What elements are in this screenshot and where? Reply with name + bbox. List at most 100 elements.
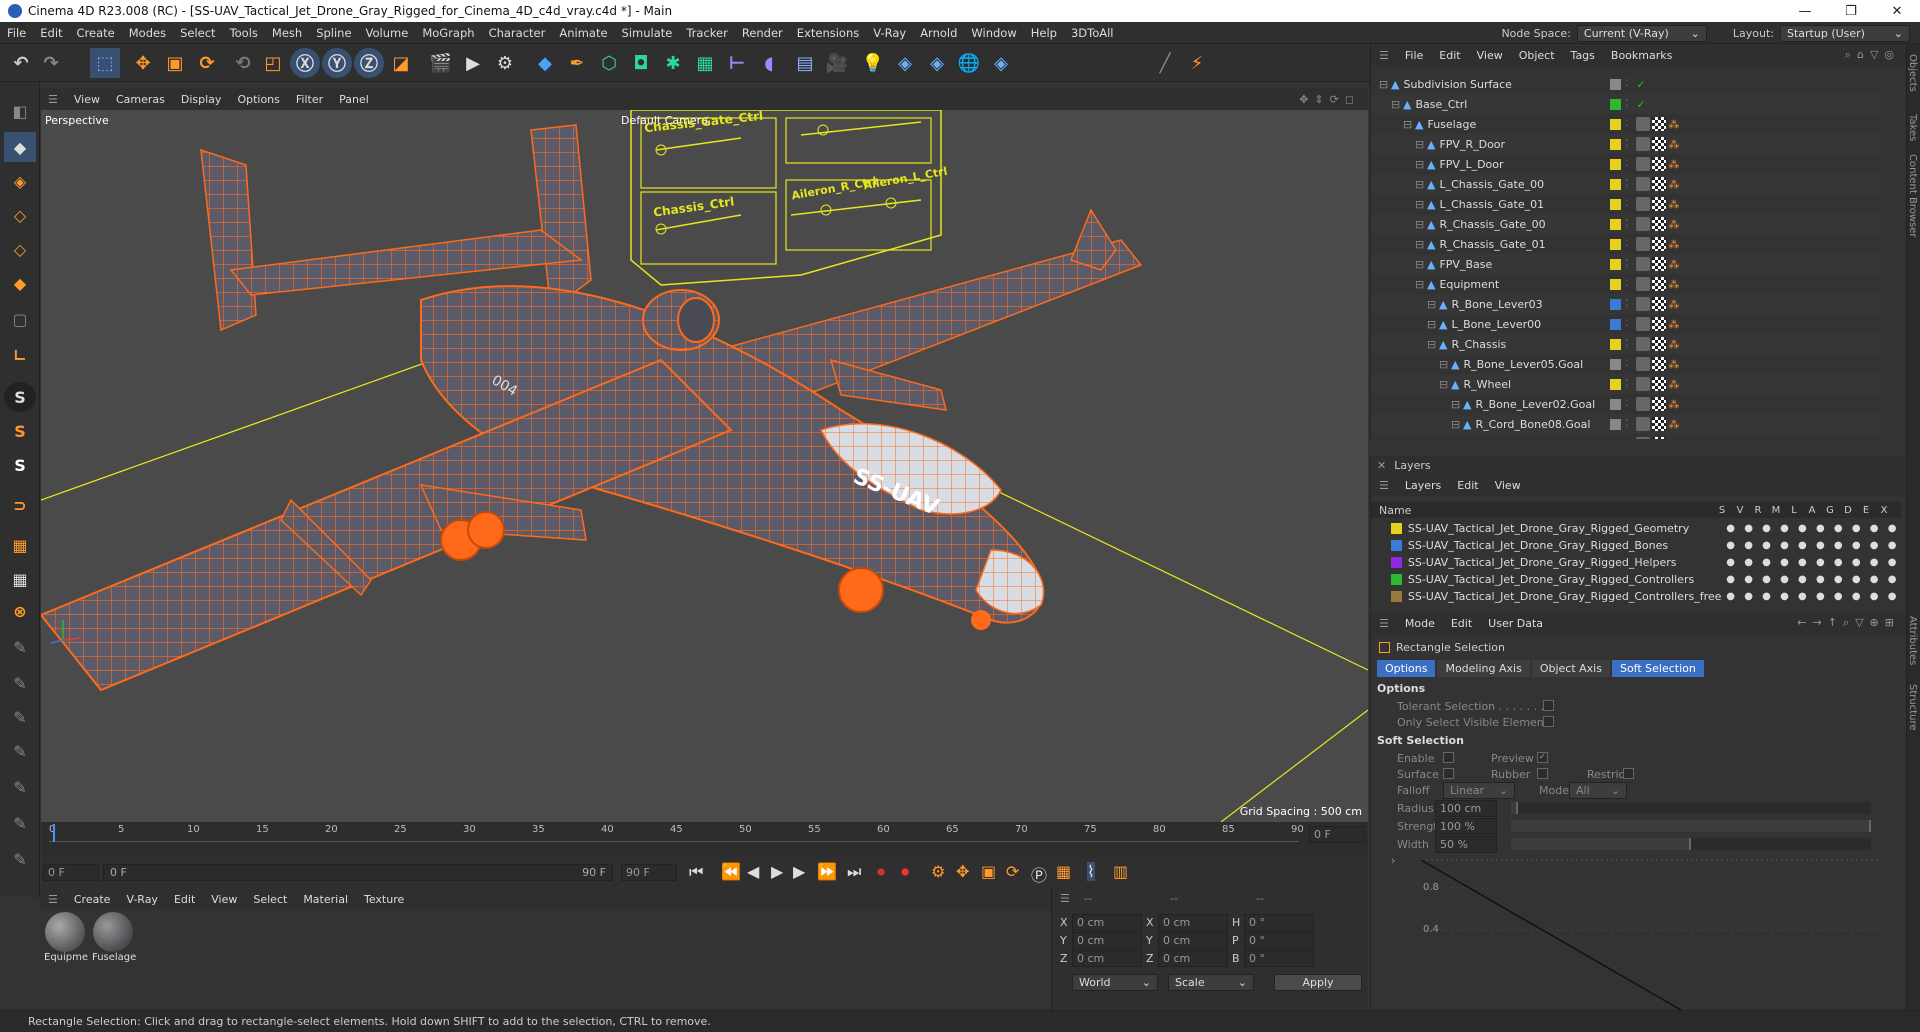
side-tab-attributes[interactable]: Attributes: [1907, 616, 1918, 665]
playhead[interactable]: [53, 824, 55, 842]
manager-icon[interactable]: ●: [1775, 574, 1793, 585]
solo-icon[interactable]: ●: [1722, 574, 1740, 585]
make-editable-icon[interactable]: ◧: [4, 96, 36, 126]
layer-color-swatch[interactable]: [1390, 591, 1402, 602]
object-manager-tools-icons[interactable]: ⌕⌂▽◎: [1845, 48, 1906, 62]
falloff-dropdown[interactable]: Linear ⌄: [1443, 782, 1515, 799]
magnet-icon[interactable]: ⊃: [4, 490, 36, 520]
brush-icon[interactable]: ✎: [4, 632, 36, 662]
undo-icon[interactable]: ↶: [6, 48, 36, 78]
menu-extensions[interactable]: Extensions: [790, 26, 866, 40]
restrict-checkbox[interactable]: [1623, 768, 1634, 779]
surface-checkbox[interactable]: [1443, 768, 1454, 779]
visibility-dots-icon[interactable]: ⁚: [1625, 359, 1628, 369]
deformer-icon[interactable]: ●: [1847, 540, 1865, 551]
check-icon[interactable]: ✓: [1636, 78, 1645, 91]
menu-mograph[interactable]: MoGraph: [415, 26, 481, 40]
render-settings-icon[interactable]: ⚙: [490, 48, 520, 78]
key-position-icon[interactable]: ✥: [956, 862, 969, 881]
mat-menu-select[interactable]: Select: [245, 893, 295, 906]
enable-checkbox[interactable]: [1443, 752, 1454, 763]
uv-mode-icon[interactable]: ▢: [4, 304, 36, 334]
3d-viewport[interactable]: Perspective Default Camera Chassis_Gate_…: [41, 110, 1368, 822]
python-icon[interactable]: ◈: [890, 48, 920, 78]
obj-menu-edit[interactable]: Edit: [1431, 49, 1468, 62]
expand-icon[interactable]: ⊟: [1451, 418, 1463, 431]
xref-icon[interactable]: ●: [1883, 540, 1901, 551]
strength-slider[interactable]: [1511, 820, 1871, 832]
rot-b-field[interactable]: [1244, 950, 1314, 967]
animation-icon[interactable]: ●: [1811, 557, 1829, 568]
size-x-field[interactable]: [1158, 914, 1228, 931]
deformer-icon[interactable]: ●: [1847, 591, 1865, 602]
expand-icon[interactable]: ⊟: [1415, 258, 1427, 271]
lock-icon[interactable]: ●: [1793, 523, 1811, 534]
viewport-menu-display[interactable]: Display: [173, 93, 230, 106]
layers-menu-edit[interactable]: Edit: [1449, 479, 1486, 492]
mat-menu-vray[interactable]: V-Ray: [118, 893, 166, 906]
animation-icon[interactable]: ●: [1811, 540, 1829, 551]
material-swatch[interactable]: Fuselage: [92, 912, 136, 963]
expand-icon[interactable]: ⊟: [1415, 278, 1427, 291]
visibility-dots-icon[interactable]: ⁚: [1625, 199, 1628, 209]
layer-color-swatch[interactable]: [1610, 298, 1622, 310]
polygons-mode-icon[interactable]: ◆: [4, 268, 36, 298]
manager-icon[interactable]: ●: [1775, 523, 1793, 534]
visible-icon[interactable]: ●: [1740, 523, 1758, 534]
layer-color-swatch[interactable]: [1610, 438, 1622, 439]
hamburger-icon[interactable]: ☰: [1371, 479, 1397, 492]
cloner-icon[interactable]: ✱: [658, 48, 688, 78]
expand-icon[interactable]: ⊟: [1415, 238, 1427, 251]
side-tab-structure[interactable]: Structure: [1907, 684, 1918, 731]
minimize-button[interactable]: —: [1782, 0, 1828, 22]
material-swatch[interactable]: Equipme: [44, 912, 88, 963]
layer-col-header[interactable]: X: [1875, 505, 1893, 516]
visibility-dots-icon[interactable]: ⁚: [1625, 399, 1628, 409]
paint-icon[interactable]: ⚡: [1182, 48, 1212, 78]
menu-file[interactable]: File: [0, 26, 33, 40]
grid-icon[interactable]: ▦: [4, 564, 36, 594]
layers-menu-view[interactable]: View: [1487, 479, 1529, 492]
light-icon[interactable]: 💡: [858, 48, 888, 78]
visible-icon[interactable]: ●: [1740, 591, 1758, 602]
visibility-dots-icon[interactable]: ⁚: [1625, 239, 1628, 249]
visibility-dots-icon[interactable]: ⁚: [1625, 219, 1628, 229]
layer-row[interactable]: SS-UAV_Tactical_Jet_Drone_Gray_Rigged_Bo…: [1371, 537, 1901, 554]
width-slider[interactable]: [1511, 838, 1871, 850]
expand-icon[interactable]: ⊟: [1427, 338, 1439, 351]
placement-icon[interactable]: ◰: [258, 48, 288, 78]
side-tab-content-browser[interactable]: Content Browser: [1907, 154, 1918, 237]
expression-icon[interactable]: ●: [1865, 523, 1883, 534]
camera-icon[interactable]: 🎥: [822, 48, 852, 78]
visibility-dots-icon[interactable]: ⁚: [1625, 419, 1628, 429]
solo-icon[interactable]: ●: [1722, 523, 1740, 534]
next-frame-icon[interactable]: ▶: [793, 862, 805, 881]
object-tree-row[interactable]: ⊟ ▲ FPV_R_Door ⁚ ⁂: [1371, 134, 1881, 154]
previous-frame-icon[interactable]: ◀: [747, 862, 759, 881]
expression-icon[interactable]: ●: [1865, 591, 1883, 602]
python-script-icon[interactable]: ◈: [922, 48, 952, 78]
layer-col-header[interactable]: R: [1749, 505, 1767, 516]
visible-icon[interactable]: ●: [1740, 557, 1758, 568]
snap-settings-icon[interactable]: S: [4, 416, 36, 446]
expand-icon[interactable]: ⊟: [1427, 298, 1439, 311]
visibility-dots-icon[interactable]: ⁚: [1625, 139, 1628, 149]
layers-menu-layers[interactable]: Layers: [1397, 479, 1449, 492]
render-icon[interactable]: ●: [1758, 591, 1776, 602]
menu-spline[interactable]: Spline: [309, 26, 358, 40]
solo-icon[interactable]: ●: [1722, 557, 1740, 568]
object-tree-row[interactable]: ⊟ ▲ FPV_L_Door ⁚ ⁂: [1371, 154, 1881, 174]
layer-col-header[interactable]: D: [1839, 505, 1857, 516]
layer-color-swatch[interactable]: [1610, 418, 1622, 430]
sculpt-icon[interactable]: ╱: [1150, 48, 1180, 78]
render-icon[interactable]: ●: [1758, 574, 1776, 585]
transform-icon[interactable]: ⟲: [228, 48, 258, 78]
attr-menu-mode[interactable]: Mode: [1397, 617, 1443, 630]
expression-icon[interactable]: ●: [1865, 540, 1883, 551]
field-icon[interactable]: ◖: [754, 48, 784, 78]
object-tree-row[interactable]: ⊟ ▲ R_Bone_Lever02.Goal ⁚ ⁂: [1371, 394, 1881, 414]
end-frame-field[interactable]: [621, 864, 677, 881]
expand-icon[interactable]: ⊟: [1403, 118, 1415, 131]
smooth-brush-icon[interactable]: ✎: [4, 702, 36, 732]
close-button[interactable]: ✕: [1874, 0, 1920, 22]
